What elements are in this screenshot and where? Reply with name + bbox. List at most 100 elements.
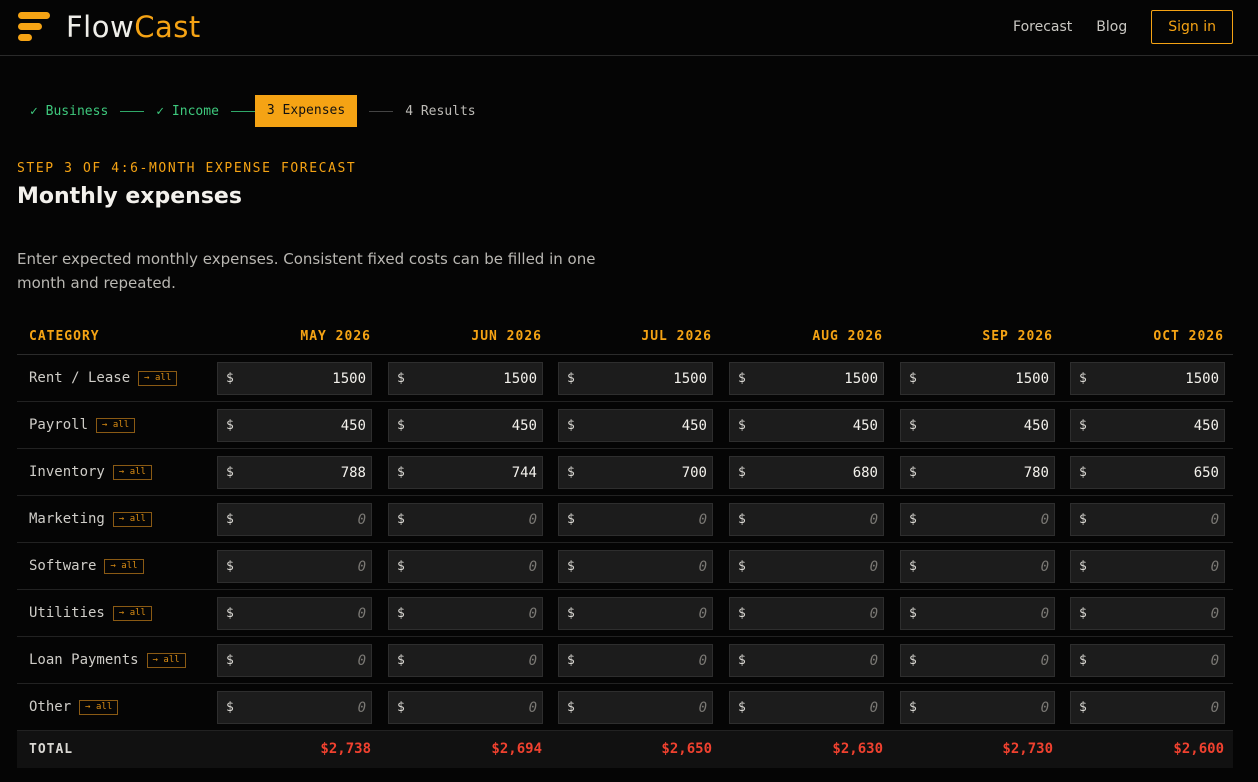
expense-amount-input[interactable]: [242, 645, 366, 676]
sign-in-button[interactable]: Sign in: [1151, 10, 1233, 44]
expense-amount-input[interactable]: [242, 363, 366, 394]
expense-amount-input[interactable]: [754, 598, 878, 629]
expense-amount-input[interactable]: [583, 645, 707, 676]
expense-amount-input[interactable]: [925, 457, 1049, 488]
expense-amount-input[interactable]: [1095, 504, 1219, 535]
amount-cell: $: [729, 362, 884, 395]
table-row: Utilities → all $ $ $ $ $ $: [17, 590, 1233, 637]
expense-amount-input[interactable]: [754, 645, 878, 676]
expense-amount-input[interactable]: [925, 692, 1049, 723]
currency-symbol: $: [738, 606, 746, 621]
step-results[interactable]: 4 Results: [405, 104, 475, 119]
expense-amount-input[interactable]: [583, 410, 707, 441]
fill-all-button[interactable]: → all: [96, 417, 136, 433]
expense-amount-input[interactable]: [1095, 692, 1219, 723]
currency-symbol: $: [738, 418, 746, 433]
amount-cell: $: [729, 550, 884, 583]
table-row: Marketing → all $ $ $ $ $ $: [17, 496, 1233, 543]
amount-cell: $: [900, 550, 1055, 583]
expense-amount-input[interactable]: [754, 551, 878, 582]
amount-cell: $: [729, 597, 884, 630]
expense-amount-input[interactable]: [754, 692, 878, 723]
expense-amount-input[interactable]: [925, 363, 1049, 394]
expense-amount-input[interactable]: [242, 598, 366, 629]
category-cell: Loan Payments → all: [29, 652, 186, 668]
expense-amount-input[interactable]: [242, 551, 366, 582]
amount-cell: $: [558, 644, 713, 677]
step-business[interactable]: ✓ Business: [30, 104, 108, 119]
amount-cell: $: [1070, 644, 1225, 677]
amount-cell: $: [558, 409, 713, 442]
nav-link-blog[interactable]: Blog: [1096, 19, 1127, 35]
expense-amount-input[interactable]: [754, 457, 878, 488]
expense-amount-input[interactable]: [413, 551, 537, 582]
fill-all-button[interactable]: → all: [112, 511, 152, 527]
currency-symbol: $: [1079, 371, 1087, 386]
expense-amount-input[interactable]: [754, 504, 878, 535]
nav-link-forecast[interactable]: Forecast: [1013, 19, 1072, 35]
expense-amount-input[interactable]: [583, 504, 707, 535]
currency-symbol: $: [226, 653, 234, 668]
expense-amount-input[interactable]: [242, 457, 366, 488]
step-income[interactable]: ✓ Income: [156, 104, 219, 119]
expense-amount-input[interactable]: [925, 551, 1049, 582]
expense-amount-input[interactable]: [1095, 410, 1219, 441]
expense-amount-input[interactable]: [925, 645, 1049, 676]
expense-amount-input[interactable]: [754, 410, 878, 441]
currency-symbol: $: [397, 559, 405, 574]
amount-cell: $: [900, 691, 1055, 724]
expense-amount-input[interactable]: [413, 645, 537, 676]
expense-amount-input[interactable]: [413, 692, 537, 723]
fill-all-button[interactable]: → all: [112, 464, 152, 480]
expense-amount-input[interactable]: [1095, 363, 1219, 394]
currency-symbol: $: [1079, 653, 1087, 668]
expense-amount-input[interactable]: [1095, 598, 1219, 629]
expense-amount-input[interactable]: [413, 363, 537, 394]
expense-amount-input[interactable]: [242, 410, 366, 441]
currency-symbol: $: [567, 653, 575, 668]
expense-amount-input[interactable]: [754, 363, 878, 394]
currency-symbol: $: [1079, 559, 1087, 574]
fill-all-button[interactable]: → all: [79, 699, 119, 715]
currency-symbol: $: [397, 653, 405, 668]
amount-cell: $: [217, 550, 372, 583]
amount-cell: $: [900, 644, 1055, 677]
step-expenses[interactable]: 3 Expenses: [254, 95, 358, 127]
expense-amount-input[interactable]: [1095, 645, 1219, 676]
expense-amount-input[interactable]: [583, 363, 707, 394]
expense-amount-input[interactable]: [1095, 551, 1219, 582]
expense-amount-input[interactable]: [413, 598, 537, 629]
expense-amount-input[interactable]: [413, 410, 537, 441]
expense-amount-input[interactable]: [583, 551, 707, 582]
brand-logo[interactable]: FlowCast: [16, 9, 201, 45]
expense-amount-input[interactable]: [583, 692, 707, 723]
expense-amount-input[interactable]: [1095, 457, 1219, 488]
currency-symbol: $: [567, 512, 575, 527]
fill-all-button[interactable]: → all: [138, 370, 178, 386]
amount-cell: $: [388, 503, 543, 536]
fill-all-button[interactable]: → all: [104, 558, 144, 574]
total-value: $2,738: [320, 741, 371, 757]
category-cell: Other → all: [29, 699, 119, 715]
expense-amount-input[interactable]: [925, 598, 1049, 629]
currency-symbol: $: [567, 559, 575, 574]
category-label: Payroll: [29, 417, 89, 433]
table-row: Payroll → all $ $ $ $ $ $: [17, 402, 1233, 449]
expense-amount-input[interactable]: [413, 457, 537, 488]
step-connector: [230, 110, 255, 112]
expense-amount-input[interactable]: [413, 504, 537, 535]
expense-amount-input[interactable]: [583, 598, 707, 629]
category-label: Utilities: [29, 605, 105, 621]
expense-amount-input[interactable]: [242, 692, 366, 723]
fill-all-button[interactable]: → all: [146, 652, 186, 668]
expense-amount-input[interactable]: [925, 410, 1049, 441]
expense-amount-input[interactable]: [583, 457, 707, 488]
fill-all-button[interactable]: → all: [112, 605, 152, 621]
currency-symbol: $: [226, 606, 234, 621]
amount-cell: $: [729, 503, 884, 536]
currency-symbol: $: [738, 559, 746, 574]
amount-cell: $: [388, 644, 543, 677]
expense-amount-input[interactable]: [925, 504, 1049, 535]
amount-cell: $: [217, 691, 372, 724]
expense-amount-input[interactable]: [242, 504, 366, 535]
